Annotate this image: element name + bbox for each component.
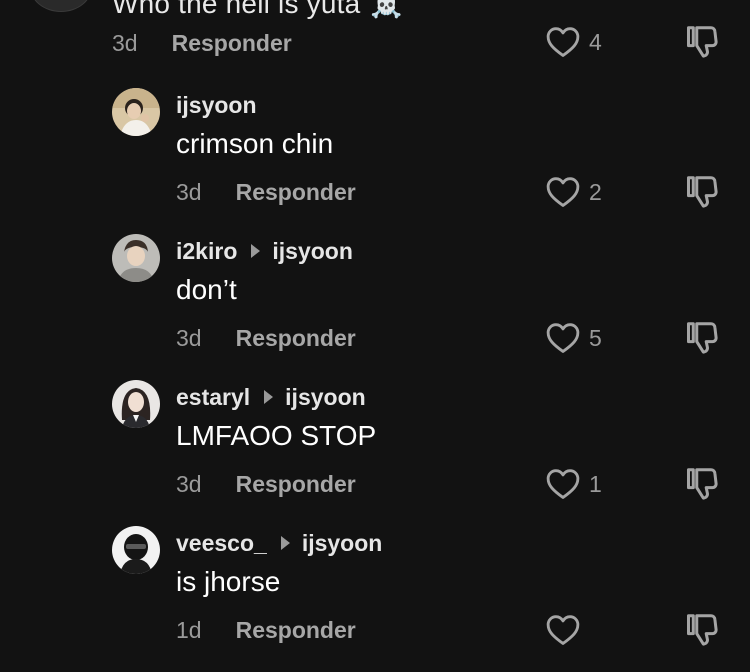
avatar[interactable]: [30, 0, 92, 12]
dislike-button[interactable]: [684, 320, 720, 356]
caret-right-icon: [251, 244, 261, 258]
username[interactable]: ijsyoon: [176, 92, 257, 119]
dislike-button[interactable]: [684, 466, 720, 502]
comment-time: 3d: [176, 324, 202, 351]
reply-comment: estaryl ijsyoon LMFAOO STOP 3d Responder…: [0, 380, 750, 526]
comment-meta: 3d Responder: [112, 28, 292, 58]
like-button[interactable]: [546, 612, 589, 648]
heart-outline-icon: [546, 322, 580, 354]
avatar[interactable]: [112, 234, 160, 282]
comment-meta: 3d Responder: [176, 323, 356, 353]
username-row: estaryl ijsyoon: [176, 382, 366, 412]
comment-text: Who the hell is yuta ☠️: [112, 0, 403, 20]
like-count: 1: [589, 470, 602, 497]
comment-time: 3d: [112, 29, 138, 56]
reply-comment: i2kiro ijsyoon don’t 3d Responder 5: [0, 234, 750, 380]
thumbs-down-icon: [684, 612, 720, 648]
reply-button[interactable]: Responder: [236, 471, 356, 498]
caret-right-icon: [264, 390, 274, 404]
reply-comment: veesco_ ijsyoon is jhorse 1d Responder: [0, 526, 750, 672]
skull-crossbones-emoji: ☠️: [370, 0, 403, 20]
comment-meta: 1d Responder: [176, 615, 356, 645]
thumbs-down-icon: [684, 320, 720, 356]
username[interactable]: veesco_: [176, 530, 267, 557]
reply-button[interactable]: Responder: [236, 179, 356, 206]
reply-to-username[interactable]: ijsyoon: [302, 530, 383, 557]
reply-to-username[interactable]: ijsyoon: [285, 384, 366, 411]
thumbs-down-icon: [684, 174, 720, 210]
comment-text: don’t: [176, 274, 237, 305]
dislike-button[interactable]: [684, 612, 720, 648]
like-count: 5: [589, 324, 602, 351]
like-button[interactable]: 1: [546, 466, 602, 502]
thumbs-down-icon: [684, 24, 720, 60]
like-count: 2: [589, 178, 602, 205]
comment-text: is jhorse: [176, 566, 281, 597]
username-row: i2kiro ijsyoon: [176, 236, 353, 266]
avatar[interactable]: [112, 526, 160, 574]
like-button[interactable]: 2: [546, 174, 602, 210]
dislike-button[interactable]: [684, 24, 720, 60]
comment-text-content: Who the hell is yuta: [112, 0, 361, 19]
reply-comment: ijsyoon crimson chin 3d Responder 2: [0, 88, 750, 234]
heart-outline-icon: [546, 176, 580, 208]
comment-text: LMFAOO STOP: [176, 420, 377, 451]
reply-button[interactable]: Responder: [236, 325, 356, 352]
thumbs-down-icon: [684, 466, 720, 502]
reply-button[interactable]: Responder: [236, 617, 356, 644]
comment-text: crimson chin: [176, 128, 334, 159]
heart-outline-icon: [546, 26, 580, 58]
username[interactable]: estaryl: [176, 384, 250, 411]
comment-time: 1d: [176, 616, 202, 643]
comment-time: 3d: [176, 178, 202, 205]
heart-outline-icon: [546, 614, 580, 646]
username-row: ijsyoon: [176, 90, 257, 120]
avatar[interactable]: [112, 88, 160, 136]
username-row: veesco_ ijsyoon: [176, 528, 382, 558]
reply-button[interactable]: Responder: [172, 30, 292, 57]
caret-right-icon: [280, 536, 290, 550]
heart-outline-icon: [546, 468, 580, 500]
comment-time: 3d: [176, 470, 202, 497]
comment-meta: 3d Responder: [176, 469, 356, 499]
dislike-button[interactable]: [684, 174, 720, 210]
comment-meta: 3d Responder: [176, 177, 356, 207]
username[interactable]: i2kiro: [176, 238, 237, 265]
reply-to-username[interactable]: ijsyoon: [272, 238, 353, 265]
like-count: 4: [589, 28, 602, 55]
avatar[interactable]: [112, 380, 160, 428]
like-button[interactable]: 4: [546, 24, 602, 60]
like-button[interactable]: 5: [546, 320, 602, 356]
